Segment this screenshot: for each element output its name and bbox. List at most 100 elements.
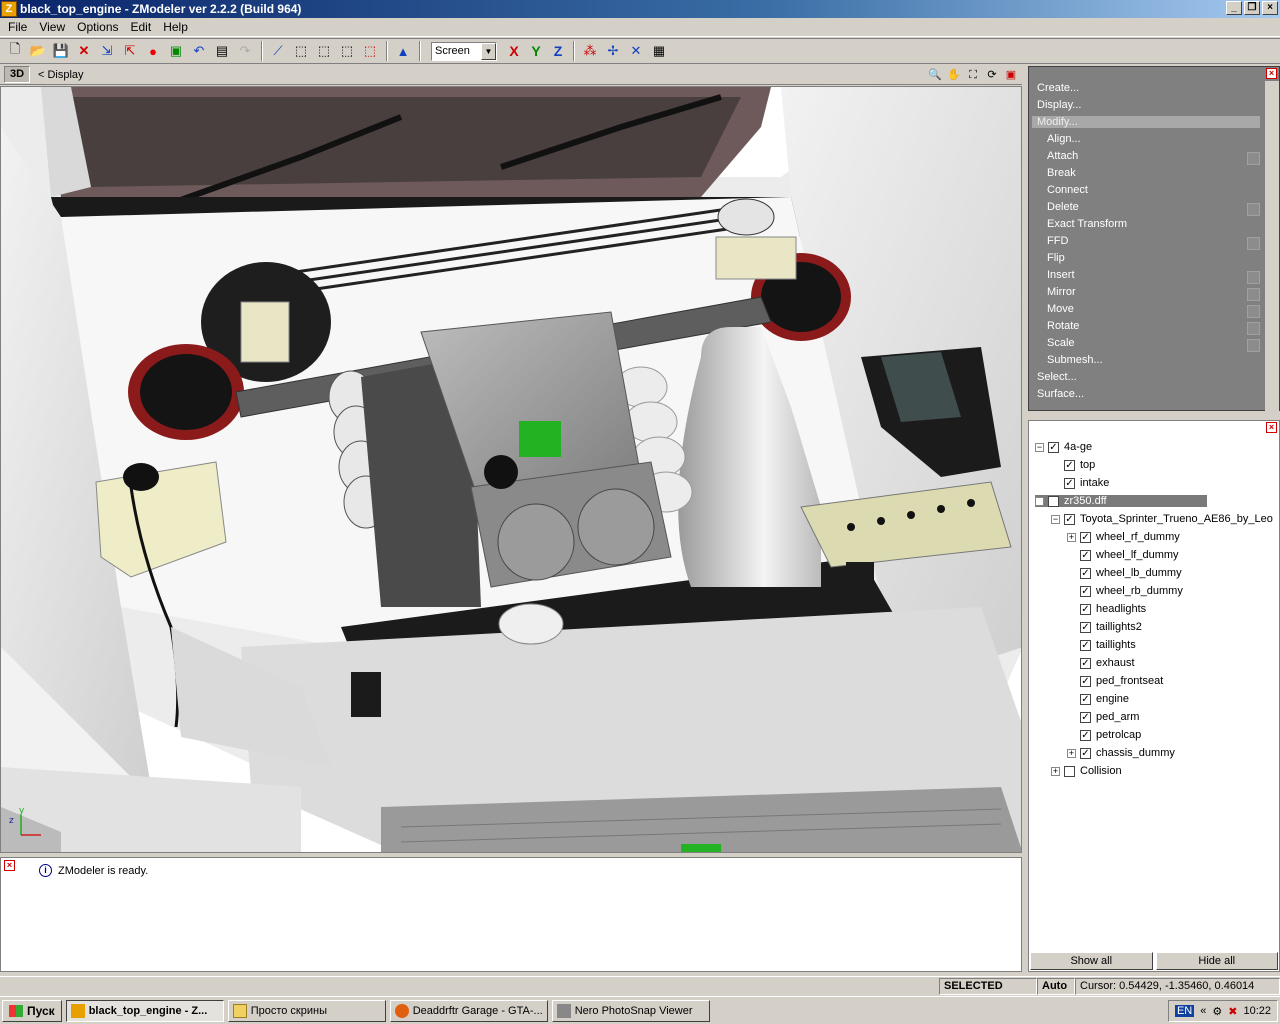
menu-help[interactable]: Help	[159, 20, 196, 34]
network-icon[interactable]: ⚙	[1212, 1005, 1222, 1018]
pivot-icon[interactable]: ✢	[602, 40, 624, 62]
box-mode-icon[interactable]: ⬚	[336, 40, 358, 62]
axis-x-button[interactable]: X	[503, 43, 525, 59]
open-file-icon[interactable]: 📂	[27, 40, 49, 62]
tree-node[interactable]: + ✓ wheel_rf_dummy	[1067, 531, 1180, 543]
grid-icon[interactable]: ▦	[648, 40, 670, 62]
command-delete[interactable]: Delete	[1047, 201, 1079, 213]
tree-node[interactable]: − ✓ Toyota_Sprinter_Trueno_AE86_by_Leo	[1051, 513, 1273, 525]
coordinate-space-select[interactable]: Screen ▼	[431, 41, 497, 61]
task-browser[interactable]: Deaddrftr Garage - GTA-...	[389, 999, 548, 1022]
tree-node[interactable]: ✓ taillights2	[1067, 621, 1142, 633]
rotate-view-icon[interactable]: ⟳	[984, 67, 1000, 83]
expand-icon[interactable]: +	[1051, 766, 1060, 776]
document-icon[interactable]: ▤	[211, 40, 233, 62]
viewport-3d[interactable]: y z	[0, 86, 1022, 853]
visibility-checkbox[interactable]: ✓	[1080, 693, 1091, 705]
command-option-checkbox[interactable]	[1247, 203, 1260, 216]
expand-icon[interactable]: +	[1067, 748, 1076, 758]
chevron-down-icon[interactable]: ▼	[481, 42, 496, 60]
fit-view-icon[interactable]: ⛶	[965, 67, 981, 83]
pan-hand-icon[interactable]: ✋	[946, 67, 962, 83]
collapse-icon[interactable]: −	[1051, 514, 1060, 524]
import-icon[interactable]: ⇲	[96, 40, 118, 62]
command-surface[interactable]: Surface...	[1037, 388, 1084, 400]
tree-node[interactable]: ✓ exhaust	[1067, 657, 1135, 669]
cross-icon[interactable]: ✕	[625, 40, 647, 62]
record-icon[interactable]: ●	[142, 40, 164, 62]
tree-node[interactable]: ✓ taillights	[1067, 639, 1136, 651]
collapse-icon[interactable]: −	[1035, 442, 1044, 452]
tray-chevron-icon[interactable]: «	[1200, 1005, 1206, 1017]
visibility-checkbox[interactable]: ✓	[1064, 477, 1075, 489]
tree-node[interactable]: ✓ wheel_rb_dummy	[1067, 585, 1183, 597]
language-indicator[interactable]: EN	[1174, 1005, 1195, 1017]
visibility-checkbox[interactable]: ✓	[1080, 729, 1091, 741]
visibility-checkbox[interactable]: ✓	[1080, 585, 1091, 597]
zoom-icon[interactable]: 🔍	[927, 67, 943, 83]
frame-mode-icon[interactable]: ⬚	[359, 40, 381, 62]
polygon-mode-icon[interactable]: ⬚	[290, 40, 312, 62]
task-zmodeler[interactable]: black_top_engine - Z...	[65, 999, 224, 1022]
tree-node[interactable]: ✓ intake	[1051, 477, 1109, 489]
tree-node[interactable]: ✓ petrolcap	[1067, 729, 1141, 741]
command-move[interactable]: Move	[1047, 303, 1074, 315]
visibility-checkbox[interactable]: ✓	[1080, 657, 1091, 669]
tree-node[interactable]: ✓ ped_arm	[1067, 711, 1139, 723]
visibility-checkbox[interactable]: ✓	[1048, 495, 1059, 507]
save-icon[interactable]: 💾	[50, 40, 72, 62]
tree-node[interactable]: ✓ top	[1051, 459, 1095, 471]
task-nero[interactable]: Nero PhotoSnap Viewer	[551, 999, 710, 1022]
tree-node[interactable]: ✓ wheel_lf_dummy	[1067, 549, 1179, 561]
command-exact-transform[interactable]: Exact Transform	[1047, 218, 1127, 230]
visibility-checkbox[interactable]: ✓	[1064, 513, 1075, 525]
tree-node[interactable]: + ✓ chassis_dummy	[1067, 747, 1175, 759]
tree-node[interactable]: − ✓ 4a-ge	[1035, 441, 1092, 453]
visibility-checkbox[interactable]: ✓	[1080, 711, 1091, 723]
minimize-button[interactable]: _	[1226, 1, 1242, 15]
redo-icon[interactable]: ↷	[234, 40, 256, 62]
visibility-checkbox[interactable]: ✓	[1080, 747, 1091, 759]
tree-node[interactable]: + Collision	[1051, 765, 1122, 777]
command-rotate[interactable]: Rotate	[1047, 320, 1079, 332]
command-flip[interactable]: Flip	[1047, 252, 1065, 264]
command-attach[interactable]: Attach	[1047, 150, 1078, 162]
command-insert[interactable]: Insert	[1047, 269, 1075, 281]
close-button[interactable]: ×	[1262, 1, 1278, 15]
command-option-checkbox[interactable]	[1247, 271, 1260, 284]
command-option-checkbox[interactable]	[1247, 237, 1260, 250]
maximize-button[interactable]: ❐	[1244, 1, 1260, 15]
visibility-checkbox[interactable]: ✓	[1080, 531, 1091, 543]
menu-options[interactable]: Options	[73, 20, 126, 34]
object-mode-icon[interactable]: ⬚	[313, 40, 335, 62]
visibility-checkbox[interactable]: ✓	[1080, 603, 1091, 615]
command-option-checkbox[interactable]	[1247, 322, 1260, 335]
command-scrollbar[interactable]	[1265, 81, 1279, 411]
image-icon[interactable]: ▣	[165, 40, 187, 62]
visibility-checkbox[interactable]	[1064, 765, 1075, 777]
visibility-checkbox[interactable]: ✓	[1080, 639, 1091, 651]
zmodeler-app-icon[interactable]: Z	[1, 1, 17, 17]
expand-icon[interactable]: +	[1067, 532, 1076, 542]
command-option-checkbox[interactable]	[1247, 152, 1260, 165]
command-display[interactable]: Display...	[1037, 99, 1081, 111]
visibility-checkbox[interactable]: ✓	[1080, 621, 1091, 633]
command-option-checkbox[interactable]	[1247, 339, 1260, 352]
hide-all-button[interactable]: Hide all	[1155, 952, 1278, 970]
visibility-checkbox[interactable]: ✓	[1048, 441, 1059, 453]
command-connect[interactable]: Connect	[1047, 184, 1088, 196]
command-align[interactable]: Align...	[1047, 133, 1081, 145]
new-file-icon[interactable]: 🗋	[4, 40, 26, 62]
show-all-button[interactable]: Show all	[1030, 952, 1153, 970]
tree-node[interactable]: ✓ headlights	[1067, 603, 1146, 615]
normals-icon[interactable]: ▲	[392, 40, 414, 62]
menu-file[interactable]: File	[4, 20, 35, 34]
command-select[interactable]: Select...	[1037, 371, 1077, 383]
close-icon[interactable]: ×	[1266, 422, 1277, 433]
close-file-icon[interactable]: ✕	[73, 40, 95, 62]
menu-view[interactable]: View	[35, 20, 73, 34]
command-option-checkbox[interactable]	[1247, 288, 1260, 301]
export-icon[interactable]: ⇱	[119, 40, 141, 62]
viewport-mode-tag[interactable]: 3D	[4, 66, 30, 83]
command-break[interactable]: Break	[1047, 167, 1076, 179]
